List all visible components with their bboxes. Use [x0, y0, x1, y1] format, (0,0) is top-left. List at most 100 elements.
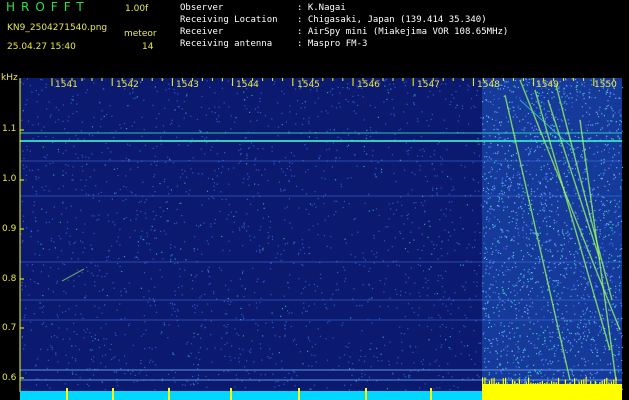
noise-dot — [567, 119, 569, 121]
noise-dot — [277, 380, 279, 382]
noise-dot — [495, 338, 497, 340]
noise-dot — [573, 253, 575, 256]
noise-dot — [281, 367, 283, 369]
noise-dot — [588, 331, 590, 334]
noise-dot — [548, 270, 550, 272]
noise-dot — [607, 125, 609, 127]
noise-dot — [581, 82, 583, 84]
noise-dot — [440, 274, 442, 277]
noise-dot — [501, 121, 503, 123]
noise-dot — [399, 326, 401, 328]
noise-dot — [539, 370, 541, 372]
noise-dot — [25, 372, 27, 374]
noise-dot — [482, 117, 484, 119]
noise-dot — [496, 286, 498, 289]
noise-dot — [497, 274, 499, 276]
noise-dot — [198, 226, 200, 228]
noise-dot — [210, 149, 212, 151]
noise-dot — [551, 348, 553, 350]
noise-dot — [409, 242, 411, 244]
noise-dot — [302, 247, 305, 249]
noise-dot — [368, 284, 370, 286]
power-spike — [608, 383, 610, 390]
noise-dot — [591, 350, 593, 352]
noise-dot — [545, 185, 547, 187]
noise-dot — [119, 124, 121, 126]
noise-dot — [535, 174, 537, 176]
noise-dot — [35, 384, 38, 386]
noise-dot — [619, 120, 621, 122]
noise-dot — [595, 311, 597, 313]
noise-dot — [450, 101, 452, 103]
noise-dot — [126, 105, 129, 107]
noise-dot — [584, 364, 586, 366]
noise-dot — [238, 361, 240, 363]
noise-dot — [375, 256, 377, 258]
power-spike — [498, 382, 500, 390]
noise-dot — [113, 168, 115, 170]
noise-dot — [485, 308, 487, 310]
noise-dot — [246, 163, 248, 165]
noise-dot — [522, 214, 524, 216]
noise-dot — [484, 252, 486, 254]
noise-dot — [334, 179, 337, 181]
noise-dot — [531, 278, 534, 280]
noise-dot — [529, 232, 532, 234]
noise-dot — [287, 282, 289, 284]
noise-dot — [187, 341, 189, 343]
noise-dot — [252, 267, 254, 269]
noise-dot — [125, 186, 127, 188]
noise-dot — [563, 286, 565, 288]
noise-dot — [281, 360, 283, 362]
noise-dot — [277, 135, 279, 137]
noise-dot — [24, 314, 26, 316]
noise-dot — [257, 324, 259, 327]
noise-dot — [547, 304, 549, 306]
noise-dot — [269, 226, 271, 229]
noise-dot — [512, 106, 514, 108]
noise-dot — [490, 175, 492, 177]
noise-dot — [400, 232, 402, 235]
noise-dot — [290, 169, 292, 171]
noise-dot — [270, 262, 272, 264]
noise-dot — [97, 131, 99, 133]
noise-dot — [517, 207, 520, 209]
noise-dot — [548, 110, 550, 112]
noise-dot — [258, 249, 261, 251]
noise-dot — [571, 380, 574, 382]
noise-dot — [503, 88, 505, 90]
noise-dot — [607, 100, 609, 102]
noise-dot — [542, 220, 544, 222]
noise-dot — [589, 262, 591, 265]
noise-dot — [401, 341, 403, 343]
noise-dot — [337, 289, 339, 291]
noise-dot — [357, 94, 359, 96]
noise-dot — [483, 166, 485, 168]
noise-dot — [304, 252, 306, 255]
noise-dot — [404, 291, 407, 294]
noise-dot — [526, 90, 528, 92]
noise-dot — [529, 371, 531, 373]
noise-dot — [69, 235, 71, 237]
noise-dot — [259, 301, 261, 303]
noise-dot — [553, 290, 555, 292]
power-spike — [571, 384, 573, 390]
noise-dot — [502, 281, 504, 283]
noise-dot — [561, 120, 563, 122]
noise-dot — [540, 353, 542, 355]
noise-dot — [608, 309, 610, 311]
noise-dot — [533, 151, 535, 153]
noise-dot — [580, 375, 582, 377]
noise-dot — [582, 265, 584, 268]
noise-dot — [242, 245, 244, 247]
noise-dot — [319, 335, 321, 337]
noise-dot — [213, 182, 215, 184]
noise-dot — [194, 307, 196, 309]
noise-dot — [235, 117, 237, 119]
noise-dot — [518, 193, 520, 195]
noise-dot — [515, 317, 518, 319]
noise-dot — [308, 253, 310, 255]
noise-dot — [544, 202, 546, 205]
noise-dot — [567, 184, 569, 186]
noise-dot — [582, 233, 584, 235]
